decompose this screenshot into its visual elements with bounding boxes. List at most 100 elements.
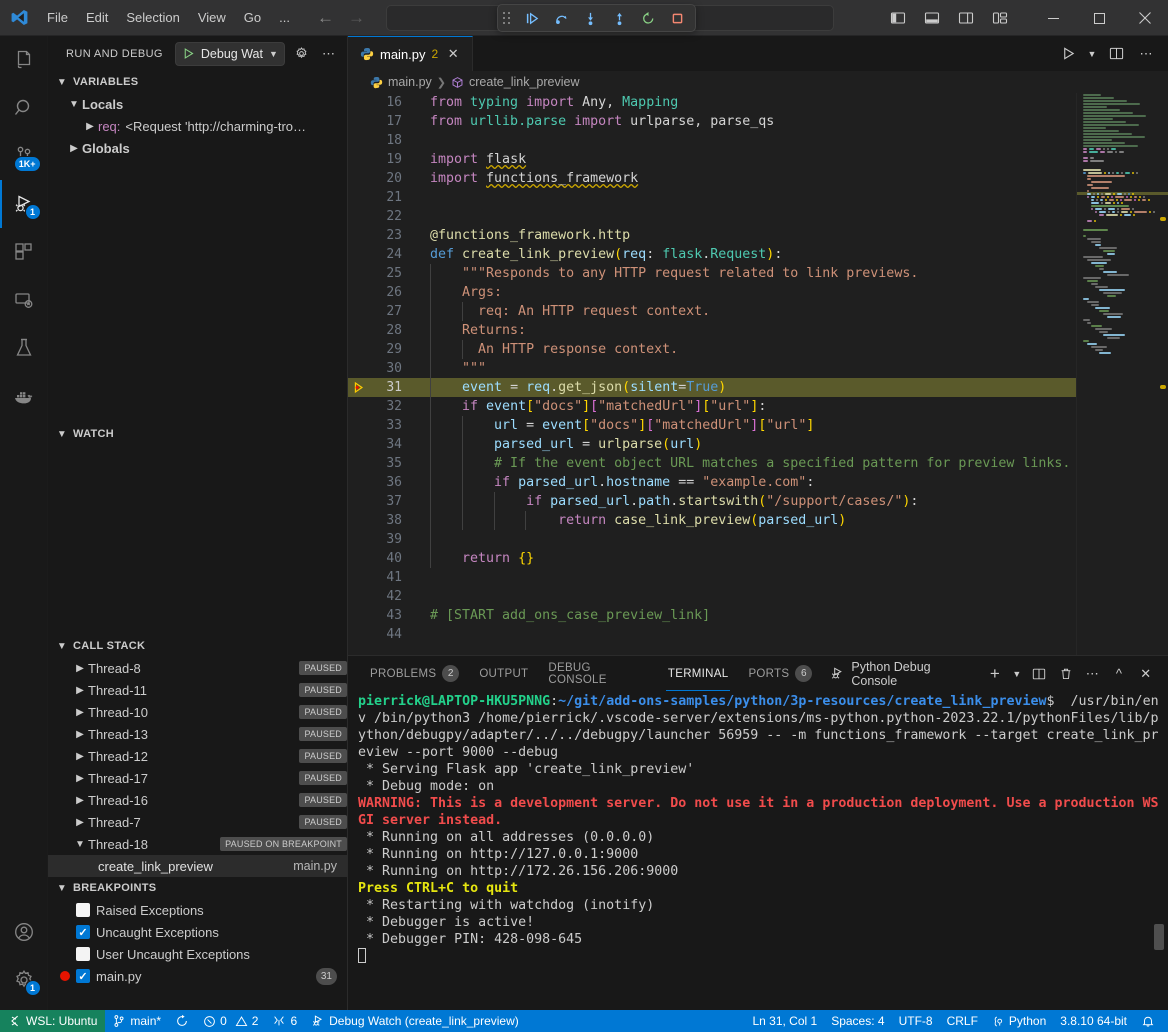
activity-item-extensions[interactable] (0, 228, 48, 276)
panel-more-actions-icon[interactable]: ⋯ (1080, 661, 1105, 687)
call-stack-frame[interactable]: create_link_preview main.py (48, 855, 347, 877)
sidebar-more-actions-icon[interactable]: ⋯ (318, 43, 339, 65)
debug-current-line-icon[interactable] (348, 381, 370, 394)
new-terminal-icon[interactable]: + (983, 661, 1008, 687)
status-cursor-position[interactable]: Ln 31, Col 1 (745, 1010, 824, 1032)
menu-go[interactable]: Go (235, 6, 270, 29)
split-editor-icon[interactable] (1102, 40, 1130, 68)
tab-debug-console[interactable]: DEBUG CONSOLE (538, 656, 658, 691)
debug-settings-gear-icon[interactable] (291, 43, 312, 65)
table-row[interactable]: ▶ Thread-8 PAUSED (48, 657, 347, 679)
debug-toolbar-grip-icon[interactable] (503, 9, 514, 27)
debug-step-over-button[interactable] (548, 7, 574, 29)
checkbox-unchecked[interactable] (76, 947, 90, 961)
variables-scope-globals[interactable]: ▶ Globals (48, 137, 347, 159)
table-row[interactable]: ▶ Thread-7 PAUSED (48, 811, 347, 833)
activity-item-testing[interactable] (0, 324, 48, 372)
tab-terminal[interactable]: TERMINAL (658, 656, 739, 691)
status-python-version[interactable]: 3.8.10 64-bit (1053, 1010, 1134, 1032)
list-item[interactable]: User Uncaught Exceptions (48, 943, 347, 965)
menu-file[interactable]: File (38, 6, 77, 29)
terminal-output[interactable]: pierrick@LAPTOP-HKU5PNNG:~/git/add-ons-s… (348, 691, 1168, 1010)
go-back-icon[interactable]: ← (317, 8, 334, 28)
terminal-scrollbar[interactable] (1154, 924, 1164, 950)
activity-item-manage-settings[interactable]: 1 (0, 956, 48, 1004)
activity-item-search[interactable] (0, 84, 48, 132)
go-forward-icon[interactable]: → (348, 8, 365, 28)
start-debugging-icon[interactable] (182, 47, 195, 60)
status-ports[interactable]: 6 (265, 1010, 304, 1032)
list-item[interactable]: ✓ main.py 31 (48, 965, 347, 987)
close-panel-icon[interactable]: ✕ (1133, 661, 1158, 687)
status-sync-changes[interactable] (168, 1010, 196, 1032)
menu-view[interactable]: View (189, 6, 235, 29)
window-minimize-button[interactable] (1030, 0, 1076, 36)
status-indentation[interactable]: Spaces: 4 (824, 1010, 891, 1032)
chevron-down-icon[interactable]: ▼ (1009, 661, 1024, 687)
table-row[interactable]: ▶ Thread-16 PAUSED (48, 789, 347, 811)
status-eol[interactable]: CRLF (940, 1010, 985, 1032)
window-close-button[interactable] (1122, 0, 1168, 36)
tab-ports[interactable]: PORTS 6 (738, 656, 822, 691)
split-terminal-icon[interactable] (1026, 661, 1051, 687)
activity-item-run-and-debug[interactable]: 1 (0, 180, 48, 228)
table-row[interactable]: ▶ Thread-12 PAUSED (48, 745, 347, 767)
variables-scope-locals[interactable]: ▼ Locals (48, 93, 347, 115)
toggle-panel-icon[interactable] (916, 4, 948, 32)
call-stack-section-header[interactable]: ▼ CALL STACK (48, 635, 347, 657)
menu-more[interactable]: ... (270, 6, 299, 29)
variable-row-req[interactable]: ▶ req: <Request 'http://charming-tro… (48, 115, 347, 137)
code-scroll-region[interactable]: 16from typing import Any, Mapping17from … (348, 93, 1076, 655)
tab-output[interactable]: OUTPUT (469, 656, 538, 691)
breadcrumb-symbol[interactable]: create_link_preview (451, 75, 579, 89)
menu-edit[interactable]: Edit (77, 6, 117, 29)
kill-terminal-icon[interactable] (1053, 661, 1078, 687)
menu-selection[interactable]: Selection (117, 6, 188, 29)
table-row[interactable]: ▼ Thread-18 PAUSED ON BREAKPOINT (48, 833, 347, 855)
debug-step-out-button[interactable] (606, 7, 632, 29)
run-python-file-icon[interactable] (1054, 40, 1082, 68)
debug-stop-button[interactable] (664, 7, 690, 29)
activity-item-accounts[interactable] (0, 908, 48, 956)
breadcrumb-file[interactable]: main.py (370, 75, 432, 89)
breakpoints-section-header[interactable]: ▼ BREAKPOINTS (48, 877, 347, 899)
status-debug-session[interactable]: Debug Watch (create_link_preview) (304, 1010, 526, 1032)
chevron-down-icon[interactable]: ▼ (269, 49, 278, 59)
activity-item-explorer[interactable] (0, 36, 48, 84)
terminal-selector[interactable]: Python Debug Console (822, 661, 980, 687)
table-row[interactable]: ▶ Thread-13 PAUSED (48, 723, 347, 745)
checkbox-checked[interactable]: ✓ (76, 969, 90, 983)
close-icon[interactable]: ✕ (444, 45, 462, 63)
editor-more-actions-icon[interactable]: ⋯ (1132, 40, 1160, 68)
watch-section-header[interactable]: ▼ WATCH (48, 423, 347, 445)
checkbox-checked[interactable]: ✓ (76, 925, 90, 939)
customize-layout-icon[interactable] (984, 4, 1016, 32)
status-git-branch[interactable]: main* (105, 1010, 168, 1032)
status-problems[interactable]: 0 2 (196, 1010, 265, 1032)
maximize-panel-icon[interactable]: ^ (1107, 661, 1132, 687)
list-item[interactable]: ✓ Uncaught Exceptions (48, 921, 347, 943)
debug-continue-button[interactable] (519, 7, 545, 29)
toggle-primary-sidebar-icon[interactable] (882, 4, 914, 32)
debug-step-into-button[interactable] (577, 7, 603, 29)
tab-problems[interactable]: PROBLEMS 2 (360, 656, 469, 691)
minimap[interactable] (1076, 93, 1168, 655)
status-language-mode[interactable]: Python (985, 1010, 1053, 1032)
activity-item-source-control[interactable]: 1K+ (0, 132, 48, 180)
table-row[interactable]: ▶ Thread-11 PAUSED (48, 679, 347, 701)
debug-restart-button[interactable] (635, 7, 661, 29)
terminal-cursor-line[interactable] (358, 948, 1162, 965)
status-remote-host[interactable]: WSL: Ubuntu (0, 1010, 105, 1032)
toggle-secondary-sidebar-icon[interactable] (950, 4, 982, 32)
list-item[interactable]: Raised Exceptions (48, 899, 347, 921)
table-row[interactable]: ▶ Thread-17 PAUSED (48, 767, 347, 789)
debug-configuration-select[interactable]: Debug Wat ▼ (175, 42, 285, 66)
status-notifications[interactable] (1134, 1010, 1162, 1032)
editor-tab-main-py[interactable]: main.py 2 ✕ (348, 36, 473, 71)
activity-item-remote-explorer[interactable] (0, 276, 48, 324)
variables-section-header[interactable]: ▼ VARIABLES (48, 71, 347, 93)
table-row[interactable]: ▶ Thread-10 PAUSED (48, 701, 347, 723)
code-editor[interactable]: 16from typing import Any, Mapping17from … (348, 93, 1168, 655)
checkbox-unchecked[interactable] (76, 903, 90, 917)
window-maximize-button[interactable] (1076, 0, 1122, 36)
